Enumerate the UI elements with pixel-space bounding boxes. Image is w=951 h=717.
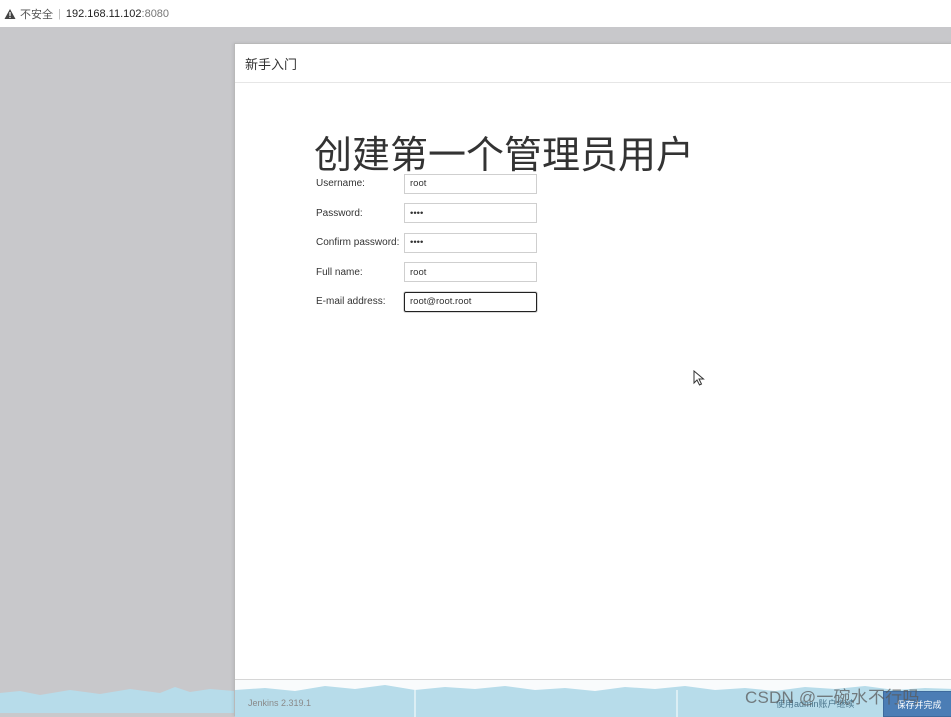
address-bar[interactable]: 不安全 | 192.168.11.102:8080	[0, 0, 951, 28]
setup-dialog: 新手入门 创建第一个管理员用户 Username: Password: Conf…	[234, 43, 951, 717]
username-input[interactable]	[404, 173, 537, 194]
email-input[interactable]	[404, 291, 537, 312]
url-port: :8080	[141, 7, 170, 20]
password-input[interactable]	[404, 203, 537, 224]
dialog-title: 新手入门	[245, 56, 298, 72]
password-label: Password:	[316, 207, 363, 219]
dialog-footer: Jenkins 2.319.1 使用admin账户继续 保存并完成	[235, 679, 951, 717]
admin-user-form: Username: Password: Confirm password: Fu…	[316, 169, 537, 317]
confirm-password-label: Confirm password:	[316, 237, 400, 249]
skip-continue-as-admin-link[interactable]: 使用admin账户继续	[776, 697, 855, 710]
jenkins-version: Jenkins 2.319.1	[248, 698, 312, 708]
full-name-label: Full name:	[316, 266, 363, 278]
username-label: Username:	[316, 178, 365, 190]
security-label[interactable]: 不安全	[20, 6, 53, 22]
email-label: E-mail address:	[316, 296, 386, 308]
form-row-full-name: Full name:	[316, 258, 537, 288]
dialog-header: 新手入门	[235, 44, 951, 83]
decorative-wave	[0, 687, 234, 713]
url-host: 192.168.11.102	[65, 7, 142, 20]
confirm-password-input[interactable]	[404, 232, 537, 253]
form-row-email: E-mail address:	[316, 287, 537, 317]
full-name-input[interactable]	[404, 262, 537, 283]
url-text[interactable]: 192.168.11.102:8080	[66, 8, 169, 20]
mouse-cursor-icon	[693, 370, 705, 386]
form-row-password: Password:	[316, 199, 537, 229]
address-separator: |	[58, 7, 61, 20]
warning-icon[interactable]	[4, 8, 16, 20]
form-row-confirm-password: Confirm password:	[316, 228, 537, 258]
save-and-finish-button[interactable]: 保存并完成	[883, 691, 951, 717]
form-row-username: Username:	[316, 169, 537, 199]
